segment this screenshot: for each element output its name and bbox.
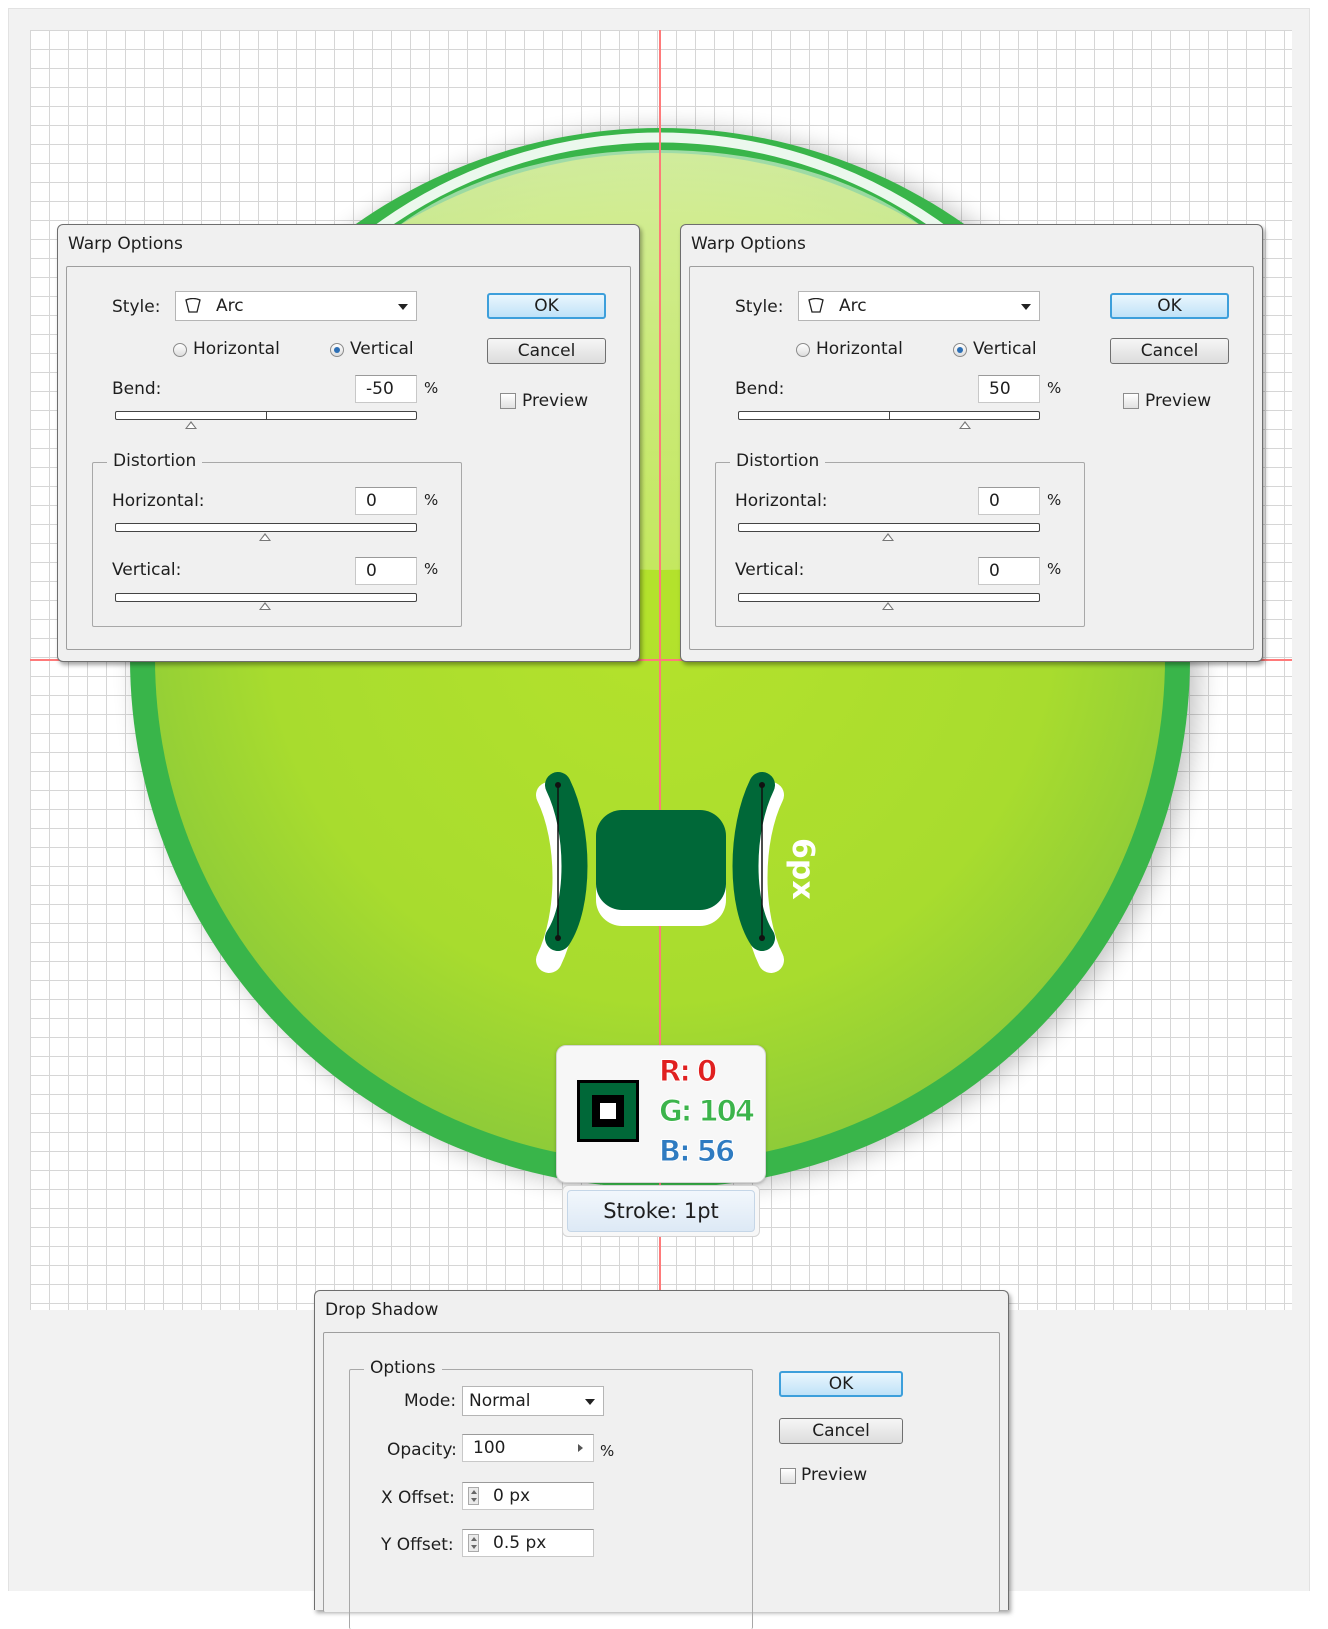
distortion-label: Distortion [730, 451, 826, 471]
distortion-vertical-label: Vertical: [112, 560, 182, 580]
distortion-vertical-input[interactable]: 0 [355, 557, 417, 585]
dialog-title: Warp Options [68, 234, 183, 254]
options-label: Options [364, 1358, 442, 1378]
bend-slider[interactable] [738, 411, 1040, 420]
preview-checkbox[interactable] [1123, 393, 1139, 409]
style-dropdown[interactable]: Arc [798, 291, 1040, 321]
green-value: G: 104 [658, 1094, 755, 1129]
opacity-slider-arrow-icon[interactable] [578, 1444, 583, 1452]
preview-label[interactable]: Preview [1145, 391, 1211, 411]
x-offset-input[interactable]: 0 px [462, 1482, 594, 1510]
chevron-down-icon [1021, 304, 1031, 310]
cancel-button[interactable]: Cancel [779, 1418, 903, 1444]
preview-label[interactable]: Preview [801, 1465, 867, 1485]
ok-button[interactable]: OK [1110, 293, 1229, 319]
distortion-horizontal-input[interactable]: 0 [355, 487, 417, 515]
warp-options-dialog-right: Warp Options Style: Arc Horizontal Verti… [680, 224, 1263, 662]
style-label: Style: [112, 297, 161, 317]
bend-percent: % [424, 379, 439, 397]
opacity-percent: % [600, 1442, 615, 1460]
preview-label[interactable]: Preview [522, 391, 588, 411]
distortion-vertical-thumb[interactable] [882, 602, 894, 610]
mode-dropdown[interactable]: Normal [462, 1386, 604, 1416]
distortion-horizontal-percent: % [1047, 491, 1062, 509]
distortion-horizontal-label: Horizontal: [735, 491, 828, 511]
y-offset-value: 0.5 px [493, 1533, 547, 1553]
bend-slider[interactable] [115, 411, 417, 420]
cancel-button[interactable]: Cancel [487, 338, 606, 364]
horizontal-radio-label[interactable]: Horizontal [816, 339, 903, 359]
bend-percent: % [1047, 379, 1062, 397]
dialog-body: Style: Arc Horizontal Vertical Bend: 50 … [689, 266, 1254, 650]
horizontal-radio-label[interactable]: Horizontal [193, 339, 280, 359]
ok-button[interactable]: OK [487, 293, 606, 319]
chevron-down-icon [585, 1399, 595, 1405]
dimension-label: 6px [785, 838, 820, 900]
mode-value: Normal [469, 1391, 531, 1411]
preview-checkbox[interactable] [500, 393, 516, 409]
distortion-vertical-thumb[interactable] [259, 602, 271, 610]
vertical-radio-label[interactable]: Vertical [973, 339, 1037, 359]
fill-swatch [577, 1080, 639, 1142]
mode-label: Mode: [404, 1391, 457, 1411]
bend-slider-thumb[interactable] [959, 421, 971, 429]
y-offset-label: Y Offset: [381, 1535, 454, 1555]
color-info-panel: R: 0 G: 104 B: 56 [556, 1045, 766, 1183]
drop-shadow-dialog: Drop Shadow Options Mode: Normal Opacity… [314, 1290, 1009, 1629]
y-offset-input[interactable]: 0.5 px [462, 1529, 594, 1557]
distortion-horizontal-thumb[interactable] [882, 533, 894, 541]
bend-input[interactable]: 50 [978, 375, 1040, 403]
distortion-horizontal-slider[interactable] [115, 523, 417, 532]
distortion-horizontal-label: Horizontal: [112, 491, 205, 511]
bend-input[interactable]: -50 [355, 375, 417, 403]
x-offset-stepper-icon[interactable] [468, 1487, 479, 1505]
distortion-vertical-percent: % [1047, 560, 1062, 578]
vertical-radio[interactable] [330, 343, 344, 357]
stroke-weight-label: Stroke: 1pt [567, 1190, 755, 1232]
distortion-label: Distortion [107, 451, 203, 471]
style-value: Arc [216, 296, 244, 316]
distortion-horizontal-input[interactable]: 0 [978, 487, 1040, 515]
distortion-horizontal-slider[interactable] [738, 523, 1040, 532]
opacity-label: Opacity: [387, 1440, 457, 1460]
distortion-vertical-label: Vertical: [735, 560, 805, 580]
y-offset-stepper-icon[interactable] [468, 1534, 479, 1552]
style-value: Arc [839, 296, 867, 316]
bend-label: Bend: [112, 379, 162, 399]
bend-label: Bend: [735, 379, 785, 399]
vertical-radio-label[interactable]: Vertical [350, 339, 414, 359]
dialog-title: Warp Options [691, 234, 806, 254]
style-label: Style: [735, 297, 784, 317]
bend-slider-thumb[interactable] [185, 421, 197, 429]
stroke-info-panel: Stroke: 1pt [562, 1185, 760, 1237]
ok-button[interactable]: OK [779, 1371, 903, 1397]
distortion-horizontal-percent: % [424, 491, 439, 509]
opacity-value: 100 [473, 1438, 506, 1458]
stroke-swatch-inner [600, 1103, 616, 1119]
dialog-body: Options Mode: Normal Opacity: 100 % X Of… [323, 1332, 1000, 1629]
distortion-vertical-slider[interactable] [115, 593, 417, 602]
arc-style-icon [808, 298, 824, 313]
x-offset-value: 0 px [493, 1486, 531, 1506]
vertical-radio[interactable] [953, 343, 967, 357]
warp-options-dialog-left: Warp Options Style: Arc Horizontal Verti… [57, 224, 640, 662]
horizontal-radio[interactable] [796, 343, 810, 357]
red-value: R: 0 [658, 1054, 717, 1089]
arc-style-icon [185, 298, 201, 313]
blue-value: B: 56 [658, 1134, 735, 1169]
style-dropdown[interactable]: Arc [175, 291, 417, 321]
x-offset-label: X Offset: [381, 1488, 455, 1508]
dialog-body: Style: Arc Horizontal Vertical Bend: -50… [66, 266, 631, 650]
distortion-vertical-input[interactable]: 0 [978, 557, 1040, 585]
preview-checkbox[interactable] [780, 1468, 796, 1484]
distortion-vertical-slider[interactable] [738, 593, 1040, 602]
cancel-button[interactable]: Cancel [1110, 338, 1229, 364]
distortion-horizontal-thumb[interactable] [259, 533, 271, 541]
opacity-input[interactable]: 100 [462, 1434, 594, 1462]
chevron-down-icon [398, 304, 408, 310]
dialog-title: Drop Shadow [325, 1300, 439, 1320]
horizontal-radio[interactable] [173, 343, 187, 357]
distortion-vertical-percent: % [424, 560, 439, 578]
